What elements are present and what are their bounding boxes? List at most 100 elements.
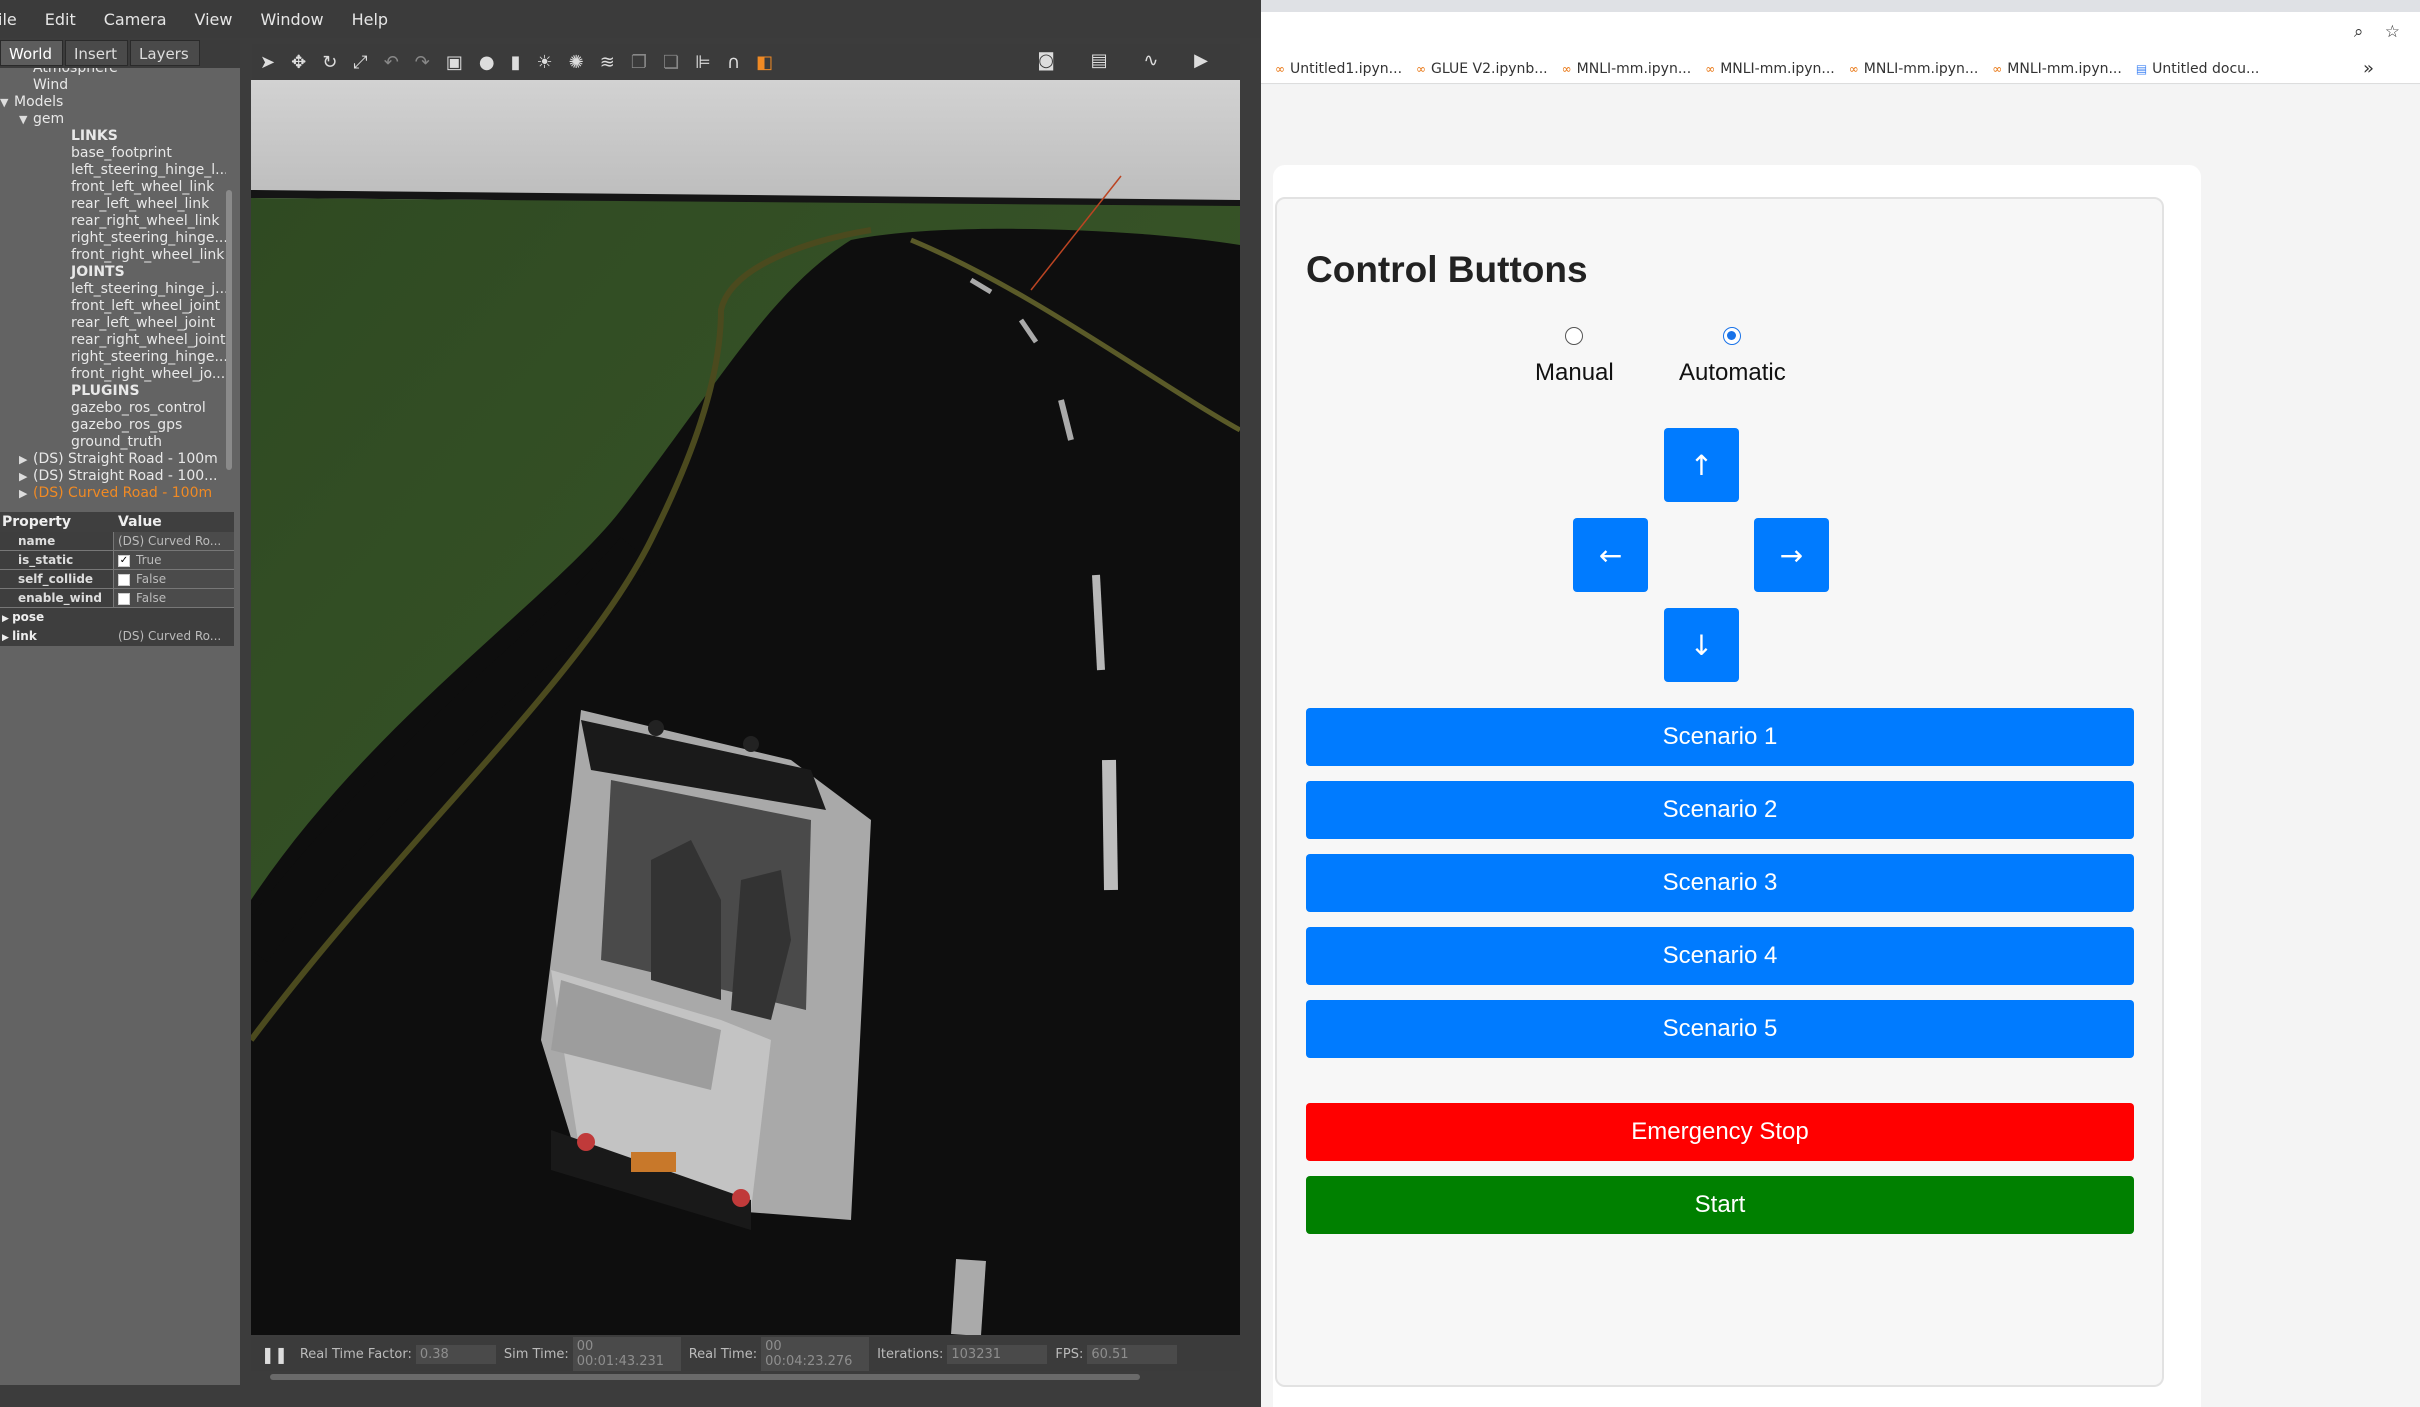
collapsed-triangle-icon[interactable]: ▶ bbox=[19, 485, 33, 502]
cylinder-shape-icon[interactable]: ▮ bbox=[511, 52, 521, 73]
pause-icon[interactable]: ❚❚ bbox=[261, 1345, 288, 1364]
point-light-icon[interactable]: ☀ bbox=[537, 52, 553, 73]
expanded-triangle-icon[interactable]: ▼ bbox=[19, 111, 33, 128]
property-value[interactable]: ✓ True bbox=[114, 551, 234, 569]
collapsed-triangle-icon[interactable]: ▶ bbox=[19, 451, 33, 468]
tree-item[interactable]: front_right_wheel_jo... bbox=[0, 366, 226, 383]
property-checkbox[interactable] bbox=[118, 592, 130, 605]
tree-item[interactable]: ▶ (DS) Straight Road - 100... bbox=[0, 468, 226, 485]
tree-item[interactable]: ▶ (DS) Straight Road - 100m bbox=[0, 451, 226, 468]
property-checkbox[interactable]: ✓ bbox=[118, 554, 130, 567]
horizontal-scrollbar[interactable] bbox=[270, 1374, 1140, 1380]
box-shape-icon[interactable]: ▣ bbox=[446, 52, 463, 73]
menu-help[interactable]: Help bbox=[352, 10, 388, 29]
tree-item[interactable]: rear_left_wheel_joint bbox=[0, 315, 226, 332]
right-arrow-button[interactable]: → bbox=[1754, 518, 1829, 592]
tree-item[interactable]: gazebo_ros_control bbox=[0, 400, 226, 417]
tree-item[interactable]: left_steering_hinge_l... bbox=[0, 162, 226, 179]
tree-item[interactable]: right_steering_hinge... bbox=[0, 349, 226, 366]
left-arrow-button[interactable]: ← bbox=[1573, 518, 1648, 592]
tab-insert[interactable]: Insert bbox=[65, 40, 129, 66]
directional-light-icon[interactable]: ≋ bbox=[600, 52, 615, 73]
up-arrow-button[interactable]: ↑ bbox=[1664, 428, 1739, 502]
select-tool-icon[interactable]: ➤ bbox=[260, 52, 275, 73]
menu-camera[interactable]: Camera bbox=[104, 10, 167, 29]
scenario-5-button[interactable]: Scenario 5 bbox=[1306, 1000, 2134, 1058]
menu-file[interactable]: ile bbox=[0, 10, 17, 29]
tree-scrollbar[interactable] bbox=[226, 190, 232, 470]
collapsed-triangle-icon[interactable]: ▶ bbox=[19, 468, 33, 485]
property-value[interactable]: False bbox=[114, 570, 234, 588]
collapsed-triangle-icon[interactable]: ▶ bbox=[2, 614, 12, 624]
bookmark-item[interactable]: ∞ Untitled1.ipyn... bbox=[1275, 61, 1402, 77]
scale-tool-icon[interactable]: ⤢ bbox=[353, 52, 367, 73]
property-row[interactable]: enable_wind False bbox=[0, 589, 234, 608]
bookmarks-more-button[interactable]: » bbox=[2363, 58, 2374, 79]
tree-item[interactable]: rear_right_wheel_joint bbox=[0, 332, 226, 349]
tree-item[interactable]: ▶ (DS) Curved Road - 100m bbox=[0, 485, 226, 502]
screenshot-icon[interactable]: ◙ bbox=[1037, 50, 1054, 71]
log-icon[interactable]: ▤ bbox=[1091, 50, 1108, 71]
menu-edit[interactable]: Edit bbox=[45, 10, 76, 29]
property-row[interactable]: self_collide False bbox=[0, 570, 234, 589]
down-arrow-button[interactable]: ↓ bbox=[1664, 608, 1739, 682]
align-icon[interactable]: ⊫ bbox=[695, 52, 711, 73]
property-group[interactable]: ▶ link (DS) Curved Ro... bbox=[0, 627, 234, 646]
address-bar[interactable]: ⌕ ☆ bbox=[1261, 12, 2420, 54]
tab-layers[interactable]: Layers bbox=[130, 40, 200, 66]
undo-icon[interactable]: ↶ bbox=[384, 52, 399, 73]
mode-manual[interactable]: Manual bbox=[1535, 327, 1614, 387]
scenario-1-button[interactable]: Scenario 1 bbox=[1306, 708, 2134, 766]
tree-item[interactable]: front_left_wheel_joint bbox=[0, 298, 226, 315]
plot-icon[interactable]: ∿ bbox=[1143, 50, 1158, 71]
menu-view[interactable]: View bbox=[195, 10, 233, 29]
tree-item[interactable]: gazebo_ros_gps bbox=[0, 417, 226, 434]
translate-tool-icon[interactable]: ✥ bbox=[291, 52, 306, 73]
bookmark-item[interactable]: ∞ MNLI-mm.ipyn... bbox=[1705, 61, 1835, 77]
property-row[interactable]: is_static ✓ True bbox=[0, 551, 234, 570]
tree-item[interactable]: ▼ Models bbox=[0, 94, 226, 111]
bookmark-item[interactable]: ∞ MNLI-mm.ipyn... bbox=[1992, 61, 2122, 77]
scenario-4-button[interactable]: Scenario 4 bbox=[1306, 927, 2134, 985]
mode-automatic[interactable]: Automatic bbox=[1679, 327, 1786, 387]
tree-item[interactable]: left_steering_hinge_j... bbox=[0, 281, 226, 298]
menu-window[interactable]: Window bbox=[260, 10, 323, 29]
tree-item[interactable]: base_footprint bbox=[0, 145, 226, 162]
tree-item[interactable]: ▼ gem bbox=[0, 111, 226, 128]
change-view-icon[interactable]: ◧ bbox=[756, 52, 773, 73]
start-button[interactable]: Start bbox=[1306, 1176, 2134, 1234]
property-value[interactable]: (DS) Curved Ro... bbox=[114, 532, 234, 550]
scenario-3-button[interactable]: Scenario 3 bbox=[1306, 854, 2134, 912]
tree-item[interactable]: rear_left_wheel_link bbox=[0, 196, 226, 213]
bookmark-star-icon[interactable]: ☆ bbox=[2385, 22, 2400, 42]
property-checkbox[interactable] bbox=[118, 573, 130, 586]
zoom-icon[interactable]: ⌕ bbox=[2354, 22, 2364, 42]
scenario-2-button[interactable]: Scenario 2 bbox=[1306, 781, 2134, 839]
video-record-icon[interactable]: ▶ bbox=[1194, 50, 1208, 71]
bookmark-item[interactable]: ∞ GLUE V2.ipynb... bbox=[1416, 61, 1548, 77]
property-row[interactable]: name (DS) Curved Ro... bbox=[0, 532, 234, 551]
bookmark-item[interactable]: ∞ MNLI-mm.ipyn... bbox=[1562, 61, 1692, 77]
sphere-shape-icon[interactable]: ● bbox=[479, 52, 495, 73]
tree-item[interactable]: Wind bbox=[0, 77, 226, 94]
expanded-triangle-icon[interactable]: ▼ bbox=[0, 94, 14, 111]
tree-item[interactable]: right_steering_hinge... bbox=[0, 230, 226, 247]
property-value[interactable]: False bbox=[114, 589, 234, 607]
3d-viewport[interactable] bbox=[251, 80, 1240, 1335]
rotate-tool-icon[interactable]: ↻ bbox=[322, 52, 337, 73]
snap-icon[interactable]: ∩ bbox=[727, 52, 740, 73]
tree-item[interactable]: front_left_wheel_link bbox=[0, 179, 226, 196]
spot-light-icon[interactable]: ✺ bbox=[569, 52, 584, 73]
bookmark-item[interactable]: ∞ MNLI-mm.ipyn... bbox=[1849, 61, 1979, 77]
collapsed-triangle-icon[interactable]: ▶ bbox=[2, 633, 12, 643]
copy-icon[interactable]: ❐ bbox=[631, 52, 647, 73]
tree-item[interactable]: front_right_wheel_link bbox=[0, 247, 226, 264]
tree-item[interactable]: Atmosphere bbox=[0, 68, 226, 77]
tree-item[interactable]: ground_truth bbox=[0, 434, 226, 451]
manual-radio[interactable] bbox=[1565, 327, 1584, 345]
redo-icon[interactable]: ↷ bbox=[415, 52, 430, 73]
tab-world[interactable]: World bbox=[0, 40, 63, 66]
emergency-stop-button[interactable]: Emergency Stop bbox=[1306, 1103, 2134, 1161]
tree-item[interactable]: rear_right_wheel_link bbox=[0, 213, 226, 230]
paste-icon[interactable]: ❏ bbox=[663, 52, 679, 73]
